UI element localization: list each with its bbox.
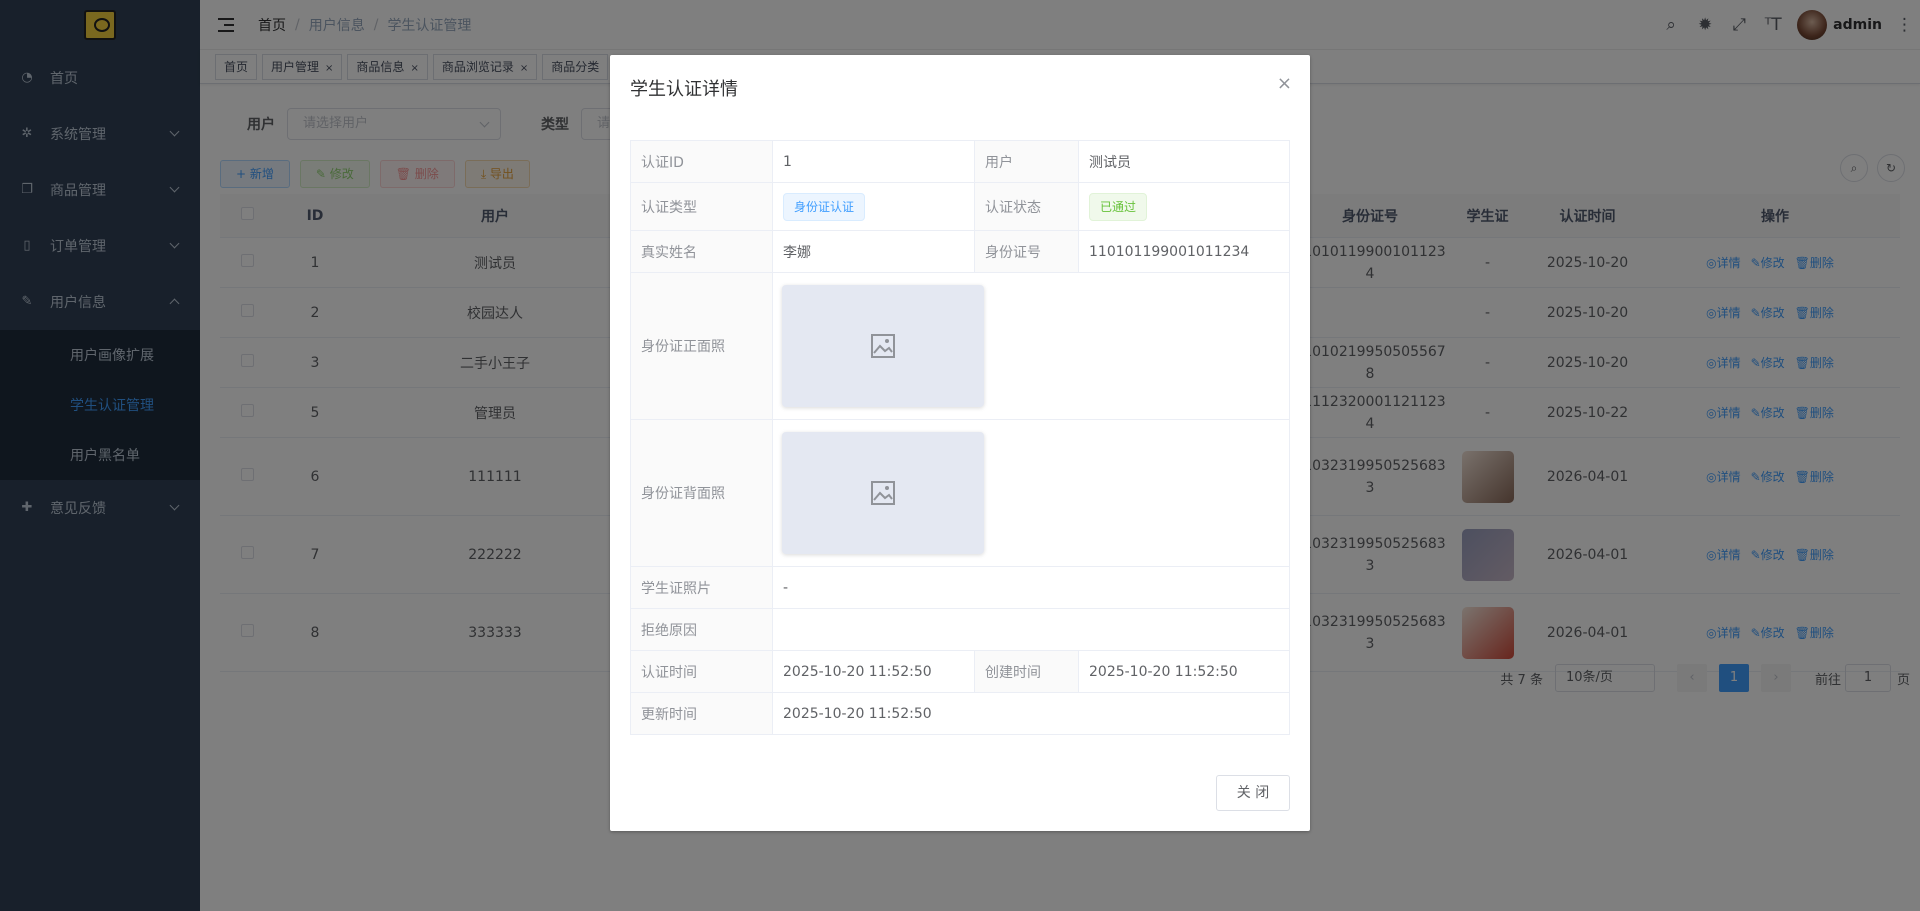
field-label: 认证类型: [630, 182, 773, 231]
field-value: 110101199001011234: [1078, 230, 1290, 273]
field-label: 拒绝原因: [630, 608, 773, 651]
field-value: 2025-10-20 11:52:50: [772, 650, 975, 693]
field-label: 用户: [974, 140, 1079, 183]
id-front-image[interactable]: [782, 285, 984, 407]
field-label: 身份证背面照: [630, 419, 773, 567]
detail-dialog: 学生认证详情 × 认证ID 1 用户 测试员 认证类型 身份证认证 认证状态 已…: [610, 55, 1310, 831]
field-label: 认证ID: [630, 140, 773, 183]
detail-descriptions: 认证ID 1 用户 测试员 认证类型 身份证认证 认证状态 已通过 真实姓名 李…: [630, 140, 1290, 735]
field-label: 创建时间: [974, 650, 1079, 693]
status-badge: 已通过: [1089, 192, 1148, 221]
field-value: 李娜: [772, 230, 975, 273]
field-label: 学生证照片: [630, 566, 773, 609]
field-value: 1: [772, 140, 975, 183]
dialog-title: 学生认证详情: [630, 79, 738, 100]
field-label: 真实姓名: [630, 230, 773, 273]
field-label: 身份证号: [974, 230, 1079, 273]
close-icon[interactable]: ×: [1277, 73, 1292, 94]
id-back-image[interactable]: [782, 432, 984, 554]
field-value: 2025-10-20 11:52:50: [772, 692, 1290, 735]
auth-type-tag: 身份证认证: [783, 192, 866, 221]
image-placeholder-icon: [871, 334, 895, 358]
close-button[interactable]: 关 闭: [1216, 775, 1290, 811]
field-value: [772, 608, 1290, 651]
field-value: 2025-10-20 11:52:50: [1078, 650, 1290, 693]
field-label: 更新时间: [630, 692, 773, 735]
field-label: 身份证正面照: [630, 272, 773, 420]
image-placeholder-icon: [871, 481, 895, 505]
field-label: 认证时间: [630, 650, 773, 693]
field-label: 认证状态: [974, 182, 1079, 231]
field-value: -: [772, 566, 1290, 609]
field-value: 测试员: [1078, 140, 1290, 183]
